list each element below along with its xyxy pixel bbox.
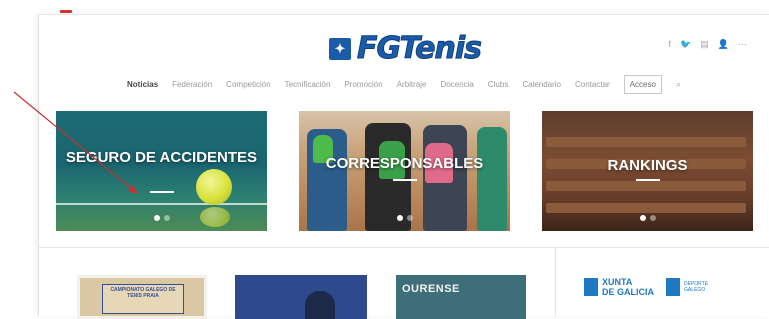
caption-underline [392, 179, 417, 181]
deporte-logo[interactable]: DEPORTE GALEGO [666, 278, 708, 296]
logo-badge-icon: ✦ [329, 37, 351, 60]
xunta-flag-icon [584, 278, 598, 296]
nav-item-noticias[interactable]: Noticias [127, 80, 158, 89]
table-row [546, 137, 746, 147]
caption-underline [149, 191, 174, 193]
news-card-title: OURENSE [402, 283, 460, 295]
logo-text: FGTenis [356, 31, 482, 67]
nav-item-promocion[interactable]: Promoción [344, 80, 382, 89]
instagram-icon[interactable]: ▤ [700, 39, 709, 50]
nav-item-clubs[interactable]: Clubs [488, 80, 508, 89]
slide-rankings[interactable]: RANKINGS [542, 111, 753, 231]
nav-item-calendario[interactable]: Calendario [522, 80, 561, 89]
court-line [56, 203, 267, 205]
twitter-icon[interactable]: 🐦 [680, 39, 691, 50]
kid-figure [477, 127, 507, 231]
nav-item-competicion[interactable]: Competición [226, 80, 270, 89]
ball-reflection [200, 207, 230, 227]
facebook-icon[interactable]: f [669, 39, 672, 50]
news-card-ourense[interactable]: OURENSE [396, 275, 526, 319]
access-button[interactable]: Acceso [623, 75, 662, 94]
profile-icon[interactable]: 👤 [718, 39, 729, 50]
section-divider [39, 247, 769, 248]
nav-item-arbitraje[interactable]: Arbitraje [397, 80, 427, 89]
sidebar-divider [555, 247, 556, 317]
xunta-line2: DE GALICIA [602, 287, 655, 297]
news-card-praia[interactable]: CAMPIONATO GALEGO DE TENIS PRAIA [77, 275, 207, 319]
social-icons: f 🐦 ▤ 👤 ⋯ [669, 39, 747, 50]
xunta-line1: XUNTA [602, 277, 633, 287]
news-card-player[interactable] [235, 275, 367, 319]
search-icon[interactable]: ⌕ [676, 79, 681, 90]
nav-item-tecnificacion[interactable]: Tecnificación [285, 80, 331, 89]
news-card-title: CAMPIONATO GALEGO DE TENIS PRAIA [102, 284, 184, 314]
xunta-logo[interactable]: XUNTA DE GALICIA [584, 277, 654, 297]
slider-row: SEGURO DE ACCIDENTES CORRESPONSABLES RAN… [56, 111, 753, 231]
nav-item-federacion[interactable]: Federación [172, 80, 212, 89]
table-row [546, 181, 746, 191]
website-frame: ✦ FGTenis f 🐦 ▤ 👤 ⋯ Noticias Federación … [38, 14, 769, 319]
site-logo[interactable]: ✦ FGTenis [329, 31, 483, 67]
deporte-flag-icon [666, 278, 681, 296]
player-image [305, 291, 335, 319]
slide-caption: RANKINGS [607, 157, 688, 174]
sponsor-logos: XUNTA DE GALICIA DEPORTE GALEGO [584, 277, 708, 297]
slide-seguro[interactable]: SEGURO DE ACCIDENTES [56, 111, 267, 231]
slide-dots[interactable] [153, 215, 170, 221]
more-icon[interactable]: ⋯ [738, 39, 747, 50]
table-row [546, 203, 746, 213]
corner-accent [60, 10, 72, 13]
slide-caption: SEGURO DE ACCIDENTES [65, 149, 258, 166]
nav-item-docencia[interactable]: Docencia [441, 80, 474, 89]
slide-caption: CORRESPONSABLES [325, 155, 484, 172]
slide-dots[interactable] [396, 215, 413, 221]
slide-dots[interactable] [639, 215, 656, 221]
caption-underline [635, 179, 660, 181]
main-nav: Noticias Federación Competición Tecnific… [39, 75, 769, 94]
tennis-ball-image [196, 169, 232, 205]
deporte-line2: GALEGO [684, 287, 706, 293]
slide-corresponsables[interactable]: CORRESPONSABLES [299, 111, 510, 231]
nav-item-contactar[interactable]: Contactar [575, 80, 610, 89]
